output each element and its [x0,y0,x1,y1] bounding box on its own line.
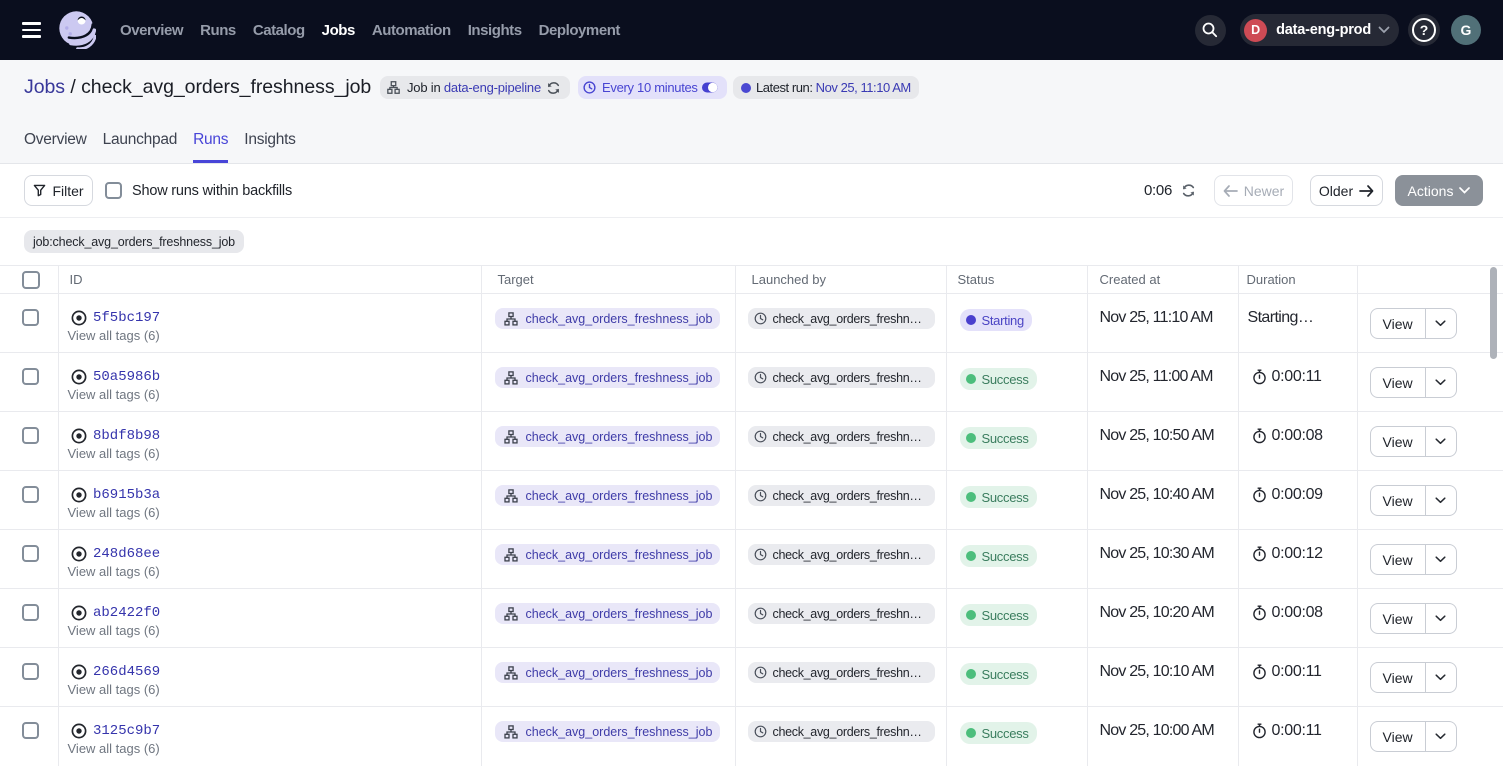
svg-text:?: ? [1420,22,1429,38]
